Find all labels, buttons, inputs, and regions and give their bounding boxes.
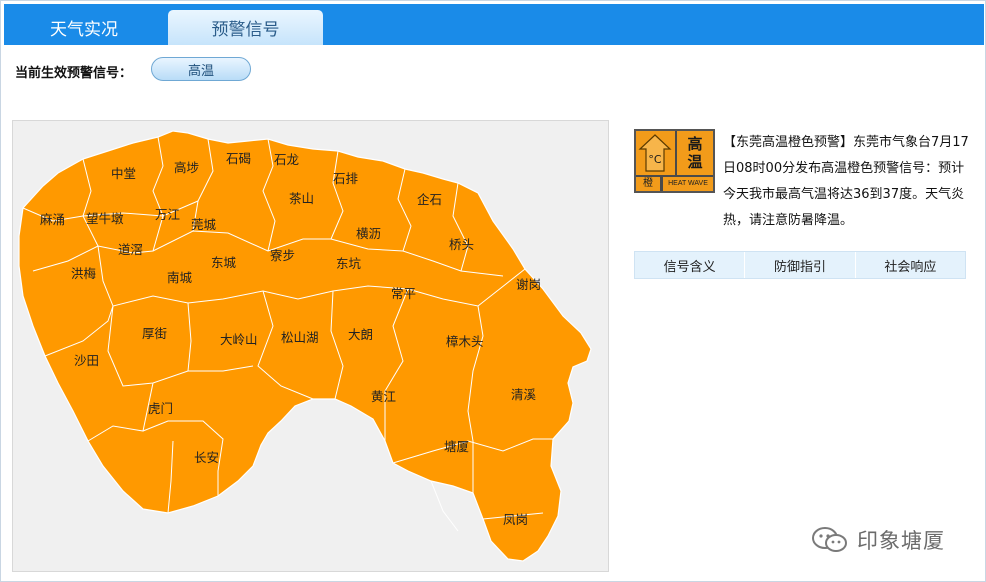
town-label[interactable]: 塘厦 <box>444 439 469 454</box>
town-label[interactable]: 麻涌 <box>40 212 65 227</box>
current-signal-button[interactable]: 高温 <box>151 57 251 81</box>
town-label[interactable]: 厚街 <box>142 326 167 341</box>
wechat-icon <box>812 527 847 552</box>
heat-orange-warning-icon: °C 高 温 橙 HEAT WAVE <box>634 129 715 193</box>
warning-description: 【东莞高温橙色预警】东莞市气象台7月17日08时00分发布高温橙色预警信号：预计… <box>723 135 969 228</box>
town-label[interactable]: 沙田 <box>74 353 99 368</box>
current-signal-label: 当前生效预警信号： <box>15 65 133 81</box>
town-label[interactable]: 企石 <box>417 192 442 207</box>
town-label[interactable]: 石碣 <box>226 151 251 166</box>
town-label[interactable]: 谢岗 <box>516 277 541 292</box>
tab-bar: 天气实况 预警信号 <box>4 4 984 45</box>
dongguan-map-svg: 中堂 高埗 石碣 石龙 石排 麻涌 望牛墩 万江 莞城 茶山 企石 道滘 洪梅 … <box>18 130 592 562</box>
tab-weather-live[interactable]: 天气实况 <box>4 10 164 45</box>
tab-signal-meaning[interactable]: 信号含义 <box>635 252 746 278</box>
town-label[interactable]: 莞城 <box>191 217 217 232</box>
icon-title: 高 温 <box>677 131 713 175</box>
town-label[interactable]: 松山湖 <box>281 330 319 345</box>
town-label[interactable]: 望牛墩 <box>86 211 124 226</box>
tab-defense-guide[interactable]: 防御指引 <box>745 252 856 278</box>
town-label[interactable]: 中堂 <box>111 166 136 181</box>
town-label[interactable]: 寮步 <box>270 248 295 263</box>
icon-title-char: 温 <box>687 153 703 171</box>
town-label[interactable]: 桥头 <box>449 237 474 252</box>
town-label[interactable]: 南城 <box>167 270 193 285</box>
tab-warning-signal[interactable]: 预警信号 <box>168 10 323 45</box>
icon-title-char: 高 <box>687 135 703 153</box>
town-label[interactable]: 大岭山 <box>220 332 258 347</box>
thermometer-icon: °C <box>636 131 675 175</box>
watermark: 印象塘厦 <box>811 525 945 555</box>
town-label[interactable]: 横沥 <box>356 226 381 241</box>
town-label[interactable]: 石排 <box>333 171 359 186</box>
page-frame: 天气实况 预警信号 当前生效预警信号： 高温 中堂 高埗 石碣 石龙 石排 麻涌… <box>0 0 986 582</box>
thermometer-symbol: °C <box>648 153 662 166</box>
tab-social-response[interactable]: 社会响应 <box>856 252 965 278</box>
town-label[interactable]: 清溪 <box>511 387 537 402</box>
town-label[interactable]: 道滘 <box>118 242 143 257</box>
icon-level-text: 橙 <box>636 177 660 191</box>
town-label[interactable]: 凤岗 <box>503 512 528 527</box>
town-label[interactable]: 高埗 <box>174 160 200 175</box>
town-label[interactable]: 茶山 <box>289 191 314 206</box>
town-label[interactable]: 常平 <box>391 286 416 301</box>
watermark-text: 印象塘厦 <box>857 529 945 553</box>
town-label[interactable]: 洪梅 <box>71 266 96 281</box>
town-label[interactable]: 万江 <box>155 207 180 222</box>
town-label[interactable]: 大朗 <box>348 327 373 342</box>
town-label[interactable]: 长安 <box>194 450 219 465</box>
town-label[interactable]: 黄江 <box>371 389 396 404</box>
town-label[interactable]: 东坑 <box>336 256 362 271</box>
town-label[interactable]: 东城 <box>211 255 237 270</box>
icon-english-text: HEAT WAVE <box>663 177 713 191</box>
town-label[interactable]: 樟木头 <box>446 334 484 349</box>
town-label[interactable]: 虎门 <box>148 401 173 416</box>
current-signal-row: 当前生效预警信号： 高温 <box>15 57 251 82</box>
warning-map: 中堂 高埗 石碣 石龙 石排 麻涌 望牛墩 万江 莞城 茶山 企石 道滘 洪梅 … <box>12 120 609 572</box>
town-label[interactable]: 石龙 <box>274 152 299 167</box>
warning-info-tabs: 信号含义 防御指引 社会响应 <box>634 251 966 279</box>
